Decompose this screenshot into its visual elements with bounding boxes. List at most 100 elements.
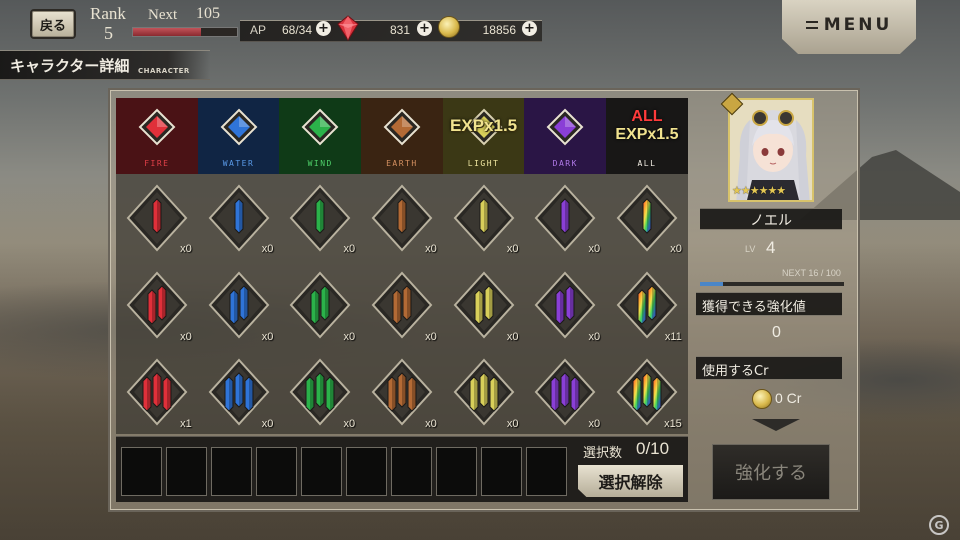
water-element-icon: [220, 108, 257, 146]
crystal-dark-large[interactable]: x0: [524, 349, 606, 436]
wind-crystal-icon: [289, 184, 351, 252]
earth-crystal-icon: [371, 358, 433, 426]
dark-element-icon: [546, 108, 584, 146]
crystal-wind-small[interactable]: x0: [279, 174, 361, 261]
light-exp-bonus: EXPx1.5: [450, 116, 518, 135]
element-header-water: WATER: [197, 98, 280, 174]
crystal-count: x0: [343, 417, 356, 430]
ap-plus-button[interactable]: +: [316, 21, 331, 36]
crystal-dark-small[interactable]: x0: [524, 174, 606, 261]
crystal-count: x0: [425, 330, 437, 343]
crystal-light-small[interactable]: x0: [443, 174, 525, 261]
crystal-water-small[interactable]: x0: [198, 174, 280, 261]
ap-value: 68/34: [282, 23, 313, 37]
gem-plus-button[interactable]: +: [417, 21, 432, 36]
selection-slot[interactable]: [121, 447, 162, 496]
fire-crystal-icon: [126, 358, 188, 426]
back-button[interactable]: 戻る: [30, 9, 76, 39]
selection-slot[interactable]: [346, 447, 387, 496]
selection-slots: [121, 447, 567, 496]
element-header-row: FIRE WATER WIND EARTH EXPx1.5 LIGHT DARK …: [116, 98, 688, 174]
selection-slot[interactable]: [166, 447, 207, 496]
page-title: キャラクター詳細: [10, 57, 130, 75]
water-crystal-icon: [208, 184, 269, 252]
deselect-button[interactable]: 選択解除: [578, 465, 683, 497]
dark-crystal-icon: [534, 184, 596, 252]
coin-plus-button[interactable]: +: [522, 21, 537, 36]
selection-slot[interactable]: [256, 447, 297, 496]
crystal-count: x1: [180, 417, 192, 430]
crystal-wind-large[interactable]: x0: [279, 349, 361, 436]
crystal-wind-medium[interactable]: x0: [279, 261, 361, 348]
selection-slot[interactable]: [526, 447, 567, 496]
water-crystal-icon: [208, 358, 269, 426]
element-header-dark: DARK: [524, 98, 607, 174]
all-crystal-icon: [616, 184, 678, 252]
crystal-count: x0: [670, 243, 682, 256]
wind-element-icon: [301, 108, 339, 146]
crystal-count: x0: [588, 417, 601, 430]
crystal-count: x0: [180, 243, 192, 256]
crystal-earth-large[interactable]: x0: [361, 349, 443, 436]
cr-value: 0 Cr: [775, 390, 802, 406]
gain-label: 獲得できる強化値: [702, 300, 806, 315]
crystal-light-medium[interactable]: x0: [443, 261, 525, 348]
light-crystal-icon: [453, 184, 514, 252]
wind-crystal-icon: [289, 271, 351, 339]
menu-bar-icon: [805, 21, 818, 29]
coin-icon: [438, 16, 460, 38]
selection-slot[interactable]: [391, 447, 432, 496]
earth-crystal-icon: [371, 184, 433, 252]
gem-value: 831: [389, 23, 410, 37]
rarity-stars: ★★★★★★: [732, 184, 786, 197]
crystal-all-medium[interactable]: x11: [606, 261, 688, 348]
element-header-fire: FIRE: [116, 98, 198, 174]
selection-slot[interactable]: [436, 447, 477, 496]
crystal-water-medium[interactable]: x0: [198, 261, 280, 348]
crystal-all-small[interactable]: x0: [606, 174, 688, 261]
crystal-grid: x0 x0 x0 x0 x0 x0 x0 x0 x0 x0 x0 x0 x0 x…: [116, 174, 688, 436]
selection-count-label: 選択数: [583, 446, 623, 461]
all-element-name: ALL: [637, 159, 657, 168]
crystal-count: x11: [664, 330, 682, 343]
crystal-water-large[interactable]: x0: [198, 349, 280, 436]
crystal-earth-medium[interactable]: x0: [361, 261, 443, 348]
wind-element-name: WIND: [307, 159, 333, 168]
crystal-light-large[interactable]: x0: [443, 349, 525, 436]
character-exp-fill: [700, 282, 724, 286]
dark-crystal-icon: [534, 358, 596, 426]
selection-slot[interactable]: [211, 447, 252, 496]
crystal-dark-medium[interactable]: x0: [524, 261, 606, 348]
down-arrow-icon: [752, 419, 800, 431]
crystal-earth-small[interactable]: x0: [361, 174, 443, 261]
page-subtitle: CHARACTER: [138, 67, 190, 75]
coin-value: 18856: [482, 23, 516, 37]
fire-element-icon: [138, 108, 176, 146]
crystal-count: x0: [588, 330, 601, 343]
crystal-fire-large[interactable]: x1: [116, 349, 198, 436]
earth-crystal-icon: [371, 271, 433, 339]
next-label: Next: [148, 7, 178, 23]
crystal-fire-small[interactable]: x0: [116, 174, 198, 261]
gem-icon: [337, 15, 359, 41]
fire-element-name: FIRE: [144, 159, 170, 168]
all-crystal-icon: [616, 271, 678, 339]
ap-label: AP: [250, 23, 267, 37]
enhance-button[interactable]: 強化する: [712, 444, 830, 500]
all-crystal-icon: [616, 358, 678, 426]
earth-element-name: EARTH: [386, 159, 418, 168]
crystal-count: x0: [506, 417, 519, 430]
next-exp-text: NEXT 16 / 100: [782, 268, 841, 278]
menu-button[interactable]: MENU: [782, 0, 916, 54]
cost-label: 使用するCr: [702, 364, 769, 379]
selection-slot[interactable]: [301, 447, 342, 496]
level-value: 4: [766, 238, 776, 257]
selection-slot[interactable]: [481, 447, 522, 496]
water-element-name: WATER: [222, 159, 255, 168]
element-header-light: EXPx1.5 LIGHT: [442, 98, 525, 174]
next-value: 105: [196, 5, 220, 22]
level-label: LV: [745, 244, 756, 254]
crystal-fire-medium[interactable]: x0: [116, 261, 198, 348]
crystal-count: x0: [506, 243, 519, 256]
crystal-all-large[interactable]: x15: [606, 349, 688, 436]
